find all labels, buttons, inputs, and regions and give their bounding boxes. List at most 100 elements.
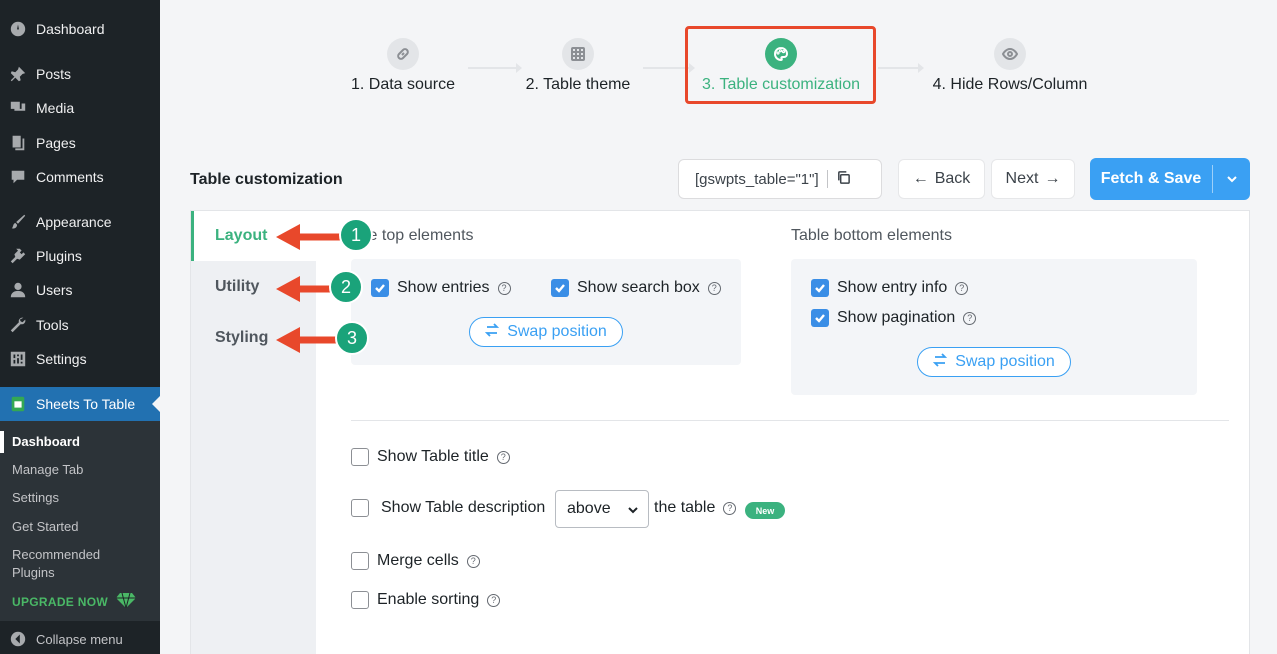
swap-label: Swap position xyxy=(507,323,607,340)
active-indicator xyxy=(152,396,160,412)
show-entry-info-option[interactable]: Show entry info ? xyxy=(811,279,969,297)
step-connector xyxy=(468,63,522,73)
option-label: Show entry info xyxy=(837,279,948,296)
step-hide-rows-column[interactable]: 4. Hide Rows/Column xyxy=(930,38,1090,94)
plug-icon xyxy=(9,247,27,265)
annotation-badge: 3 xyxy=(335,321,369,355)
enable-sorting-option[interactable]: Enable sorting ? xyxy=(351,591,501,609)
show-search-box-option[interactable]: Show search box ? xyxy=(551,279,721,297)
pin-icon xyxy=(9,65,27,83)
arrow-left-icon: ← xyxy=(912,170,929,187)
show-table-description-checkbox[interactable] xyxy=(351,499,369,517)
show-search-box-checkbox[interactable] xyxy=(551,279,569,297)
merge-cells-option[interactable]: Merge cells ? xyxy=(351,552,480,570)
settings-icon xyxy=(9,350,27,368)
step-highlight-annotation xyxy=(685,26,876,104)
menu-media[interactable]: Media xyxy=(0,93,160,123)
swap-position-top-button[interactable]: Swap position xyxy=(469,317,623,347)
step-label: 2. Table theme xyxy=(525,76,631,93)
help-icon[interactable]: ? xyxy=(497,281,511,295)
show-table-title-checkbox[interactable] xyxy=(351,448,369,466)
option-label: Enable sorting xyxy=(377,591,480,608)
upgrade-label: UPGRADE NOW xyxy=(12,594,108,609)
copy-icon[interactable] xyxy=(836,170,851,189)
back-button[interactable]: ← Back xyxy=(898,159,985,199)
submenu-get-started[interactable]: Get Started xyxy=(12,519,78,534)
step-table-theme[interactable]: 2. Table theme xyxy=(516,38,640,94)
sheets-icon xyxy=(9,395,27,413)
chevron-down-icon[interactable] xyxy=(1213,172,1250,186)
show-entries-option[interactable]: Show entries ? xyxy=(371,279,511,297)
menu-appearance[interactable]: Appearance xyxy=(0,207,160,237)
top-elements-label: le top elements xyxy=(365,227,474,244)
submenu-plugins[interactable]: Plugins xyxy=(12,565,55,580)
menu-label: Pages xyxy=(36,135,76,151)
new-badge: New xyxy=(745,502,785,519)
menu-label: Plugins xyxy=(36,248,82,264)
fetch-save-button[interactable]: Fetch & Save xyxy=(1090,158,1250,200)
merge-cells-checkbox[interactable] xyxy=(351,552,369,570)
menu-pages[interactable]: Pages xyxy=(0,128,160,158)
dashboard-icon xyxy=(9,20,27,38)
help-icon[interactable]: ? xyxy=(487,593,501,607)
menu-label: Settings xyxy=(36,351,87,367)
show-entry-info-checkbox[interactable] xyxy=(811,279,829,297)
step-label: 4. Hide Rows/Column xyxy=(932,76,1088,93)
description-position-select[interactable]: above xyxy=(555,490,649,528)
grid-icon xyxy=(562,38,594,70)
top-elements-box xyxy=(351,259,741,365)
show-table-title-option[interactable]: Show Table title ? xyxy=(351,448,510,466)
help-icon[interactable]: ? xyxy=(466,554,480,568)
menu-label: Users xyxy=(36,282,73,298)
comment-icon xyxy=(9,168,27,186)
help-icon[interactable]: ? xyxy=(707,281,721,295)
main-content: 1. Data source 2. Table theme 3. Table c… xyxy=(160,0,1277,654)
collapse-label: Collapse menu xyxy=(36,631,123,647)
show-entries-checkbox[interactable] xyxy=(371,279,389,297)
enable-sorting-checkbox[interactable] xyxy=(351,591,369,609)
shortcode-field[interactable]: [gswpts_table="1"] xyxy=(678,159,882,199)
menu-comments[interactable]: Comments xyxy=(0,162,160,192)
swap-label: Swap position xyxy=(955,353,1055,370)
submenu-settings[interactable]: Settings xyxy=(12,490,59,505)
menu-label: Comments xyxy=(36,169,104,185)
next-label: Next xyxy=(1005,170,1039,187)
submenu-manage-tab[interactable]: Manage Tab xyxy=(12,462,83,477)
step-connector xyxy=(878,63,924,73)
collapse-menu-button[interactable]: Collapse menu xyxy=(0,624,160,654)
menu-tools[interactable]: Tools xyxy=(0,310,160,340)
menu-dashboard[interactable]: Dashboard xyxy=(0,14,160,44)
customization-panel: Layout Utility Styling le top elements S… xyxy=(190,210,1250,654)
fetch-save-label: Fetch & Save xyxy=(1100,170,1202,187)
option-label: the table xyxy=(654,499,716,516)
menu-settings[interactable]: Settings xyxy=(0,344,160,374)
help-icon[interactable]: ? xyxy=(955,281,969,295)
help-icon[interactable]: ? xyxy=(723,501,737,515)
menu-sheets-to-table[interactable]: Sheets To Table xyxy=(0,387,160,421)
help-icon[interactable]: ? xyxy=(496,450,510,464)
submenu-dashboard[interactable]: Dashboard xyxy=(12,434,80,449)
show-pagination-checkbox[interactable] xyxy=(811,309,829,327)
option-label: Show Table description xyxy=(381,499,546,516)
option-label: Merge cells xyxy=(377,552,459,569)
step-data-source[interactable]: 1. Data source xyxy=(342,38,464,94)
menu-users[interactable]: Users xyxy=(0,275,160,305)
option-label: Show search box xyxy=(577,279,700,296)
show-pagination-option[interactable]: Show pagination ? xyxy=(811,309,977,327)
current-indicator xyxy=(0,431,4,453)
media-icon xyxy=(9,99,27,117)
section-divider xyxy=(351,420,1229,421)
back-label: Back xyxy=(934,170,971,187)
select-value: above xyxy=(567,500,611,517)
upgrade-now-link[interactable]: UPGRADE NOW xyxy=(12,592,136,611)
wrench-icon xyxy=(9,316,27,334)
menu-plugins[interactable]: Plugins xyxy=(0,241,160,271)
swap-icon xyxy=(933,352,948,372)
submenu-recommended[interactable]: Recommended xyxy=(12,547,100,562)
help-icon[interactable]: ? xyxy=(963,311,977,325)
swap-position-bottom-button[interactable]: Swap position xyxy=(917,347,1071,377)
show-table-description-option[interactable]: Show Table description xyxy=(351,499,545,517)
menu-posts[interactable]: Posts xyxy=(0,59,160,89)
next-button[interactable]: Next → xyxy=(991,159,1075,199)
eye-icon xyxy=(994,38,1026,70)
